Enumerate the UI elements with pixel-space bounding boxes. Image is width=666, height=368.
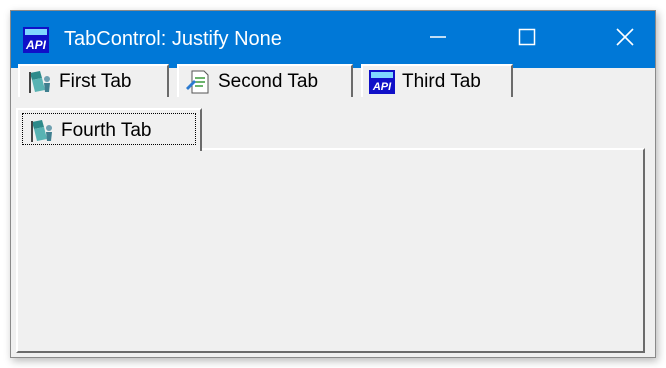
svg-text:API: API: [372, 81, 392, 93]
svg-text:API: API: [25, 38, 47, 52]
close-icon: [615, 27, 635, 52]
tab-label: First Tab: [59, 70, 132, 92]
tab-fourth[interactable]: Fourth Tab: [16, 108, 202, 151]
tab-third[interactable]: API Third Tab: [361, 64, 513, 97]
focus-rectangle: [22, 113, 196, 145]
minimize-button[interactable]: [414, 11, 462, 68]
title-bar[interactable]: API TabControl: Justify None: [11, 11, 655, 68]
tab-page-panel: [16, 148, 645, 353]
maximize-icon: [517, 27, 537, 52]
maximize-button[interactable]: [503, 11, 551, 68]
window-title: TabControl: Justify None: [64, 28, 282, 50]
minimize-icon: [428, 27, 448, 52]
close-button[interactable]: [595, 11, 655, 68]
api-icon: API: [369, 69, 395, 94]
tab-second[interactable]: Second Tab: [177, 64, 353, 97]
tab-first[interactable]: First Tab: [18, 64, 169, 97]
flag-person-icon: [26, 70, 52, 94]
tab-label: Third Tab: [402, 70, 481, 92]
document-icon: [185, 70, 211, 94]
api-icon: API: [23, 27, 49, 53]
tab-label: Second Tab: [218, 70, 319, 92]
